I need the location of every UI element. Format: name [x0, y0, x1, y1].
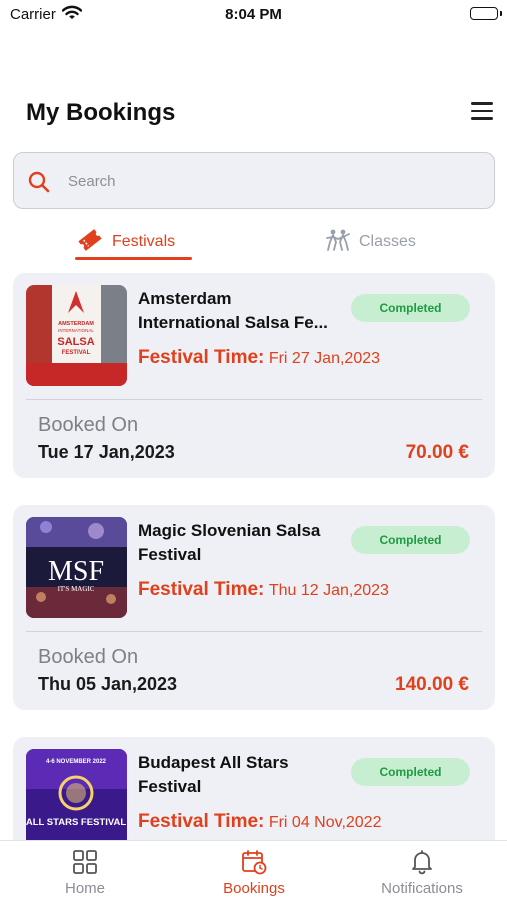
festival-time-value: Fri 04 Nov,2022 — [268, 814, 382, 831]
poster-text: FESTIVAL — [62, 350, 91, 356]
festival-time: Festival Time: Fri 27 Jan,2023 — [138, 347, 380, 369]
status-badge: Completed — [351, 526, 470, 554]
price: 140.00 € — [395, 674, 469, 695]
event-title-line: International Salsa Fe... — [138, 313, 328, 332]
nav-bookings[interactable]: Bookings — [184, 849, 324, 898]
event-title: Magic Slovenian Salsa Festival — [138, 519, 348, 567]
festival-time-label: Festival Time: — [138, 811, 265, 832]
festival-time-label: Festival Time: — [138, 347, 265, 368]
event-poster-image: 4-6 NOVEMBER 2022 ALL STARS FESTIVAL — [26, 749, 127, 850]
nav-notifications-label: Notifications — [381, 880, 463, 897]
poster-text: INTERNATIONAL — [58, 328, 94, 333]
divider — [26, 631, 482, 632]
dancers-icon — [325, 228, 351, 257]
status-badge: Completed — [351, 294, 470, 322]
poster-text: IT'S MAGIC — [58, 585, 95, 593]
tab-classes-label: Classes — [359, 233, 416, 250]
bell-icon — [352, 849, 492, 875]
bottom-tab-bar: Home Bookings Notifications — [0, 840, 507, 900]
clock: 8:04 PM — [225, 6, 282, 23]
poster-text: SALSA — [57, 336, 94, 348]
event-title-line: Magic Slovenian Salsa — [138, 521, 321, 540]
tab-festivals-label: Festivals — [112, 233, 176, 250]
event-title-line: Festival — [138, 545, 202, 564]
search-icon — [28, 171, 50, 198]
poster-text: 4-6 NOVEMBER 2022 — [46, 759, 107, 765]
poster-text: MSF — [48, 556, 104, 587]
booked-on-label: Booked On — [38, 646, 139, 668]
tab-classes[interactable]: Classes — [325, 224, 416, 260]
event-title: Budapest All Stars Festival — [138, 751, 348, 799]
poster-text: ALL STARS FESTIVAL — [26, 817, 126, 828]
event-title: Amsterdam International Salsa Fe... — [138, 287, 348, 335]
booked-on-date: Thu 05 Jan,2023 — [38, 674, 178, 694]
event-title-line: Budapest All Stars — [138, 753, 289, 772]
price: 70.00 € — [405, 442, 469, 463]
nav-home-label: Home — [64, 880, 105, 897]
divider — [26, 399, 482, 400]
event-title-line: Amsterdam — [138, 289, 232, 308]
festival-time: Festival Time: Fri 04 Nov,2022 — [138, 811, 381, 833]
festival-time: Festival Time: Thu 12 Jan,2023 — [138, 579, 389, 601]
status-bar: Carrier 8:04 PM — [0, 0, 507, 30]
tab-festivals[interactable]: Festivals — [76, 224, 175, 260]
booked-on-label: Booked On — [38, 414, 139, 436]
active-tab-indicator — [75, 257, 192, 260]
grid-icon — [15, 849, 155, 875]
festival-time-value: Fri 27 Jan,2023 — [268, 350, 381, 367]
search-bar[interactable] — [13, 152, 495, 209]
booking-card[interactable]: MSF IT'S MAGIC Magic Slovenian Salsa Fes… — [13, 505, 495, 710]
hamburger-menu-icon[interactable] — [471, 102, 495, 122]
festival-time-value: Thu 12 Jan,2023 — [268, 582, 389, 599]
event-poster-image: MSF IT'S MAGIC — [26, 517, 127, 618]
calendar-clock-icon — [184, 849, 324, 875]
nav-bookings-label: Bookings — [223, 880, 285, 897]
event-poster-image: AMSTERDAM INTERNATIONAL SALSA FESTIVAL — [26, 285, 127, 386]
nav-notifications[interactable]: Notifications — [352, 849, 492, 898]
ticket-icon — [76, 228, 104, 257]
booking-card[interactable]: AMSTERDAM INTERNATIONAL SALSA FESTIVAL A… — [13, 273, 495, 478]
festival-time-label: Festival Time: — [138, 579, 265, 600]
page-title: My Bookings — [26, 99, 176, 126]
status-badge: Completed — [351, 758, 470, 786]
booked-on-date: Tue 17 Jan,2023 — [38, 442, 175, 462]
nav-home[interactable]: Home — [15, 849, 155, 898]
battery-icon — [470, 7, 498, 20]
poster-text: AMSTERDAM — [58, 321, 94, 327]
event-title-line: Festival — [138, 777, 202, 796]
search-input[interactable] — [68, 163, 478, 199]
